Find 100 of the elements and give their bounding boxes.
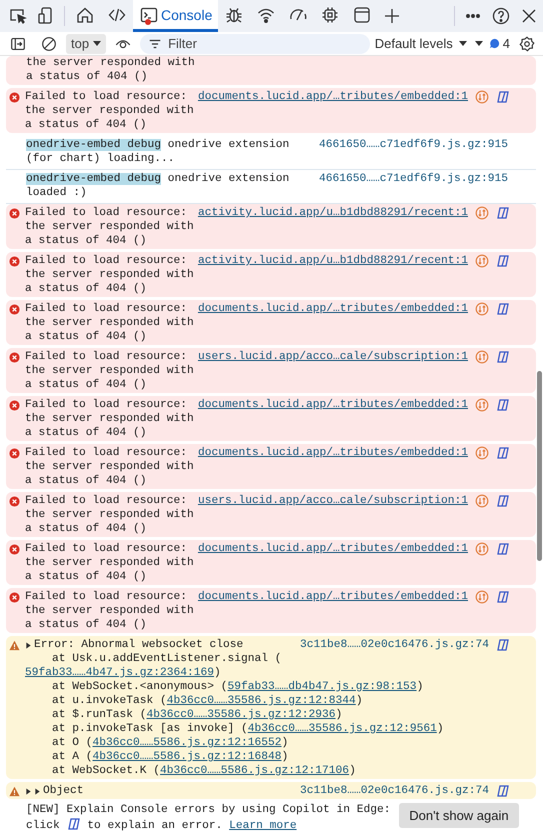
paren-text: ) <box>214 667 221 679</box>
error-text: Failed to load resource: the server responded with a status of 404 () <box>25 398 195 440</box>
copilot-icon[interactable] <box>496 638 510 652</box>
error-icon <box>9 544 20 554</box>
copilot-icon[interactable] <box>496 784 510 798</box>
error-text: Failed to load resource: the server responded with a status of 404 () <box>25 302 195 344</box>
copilot-icon[interactable] <box>496 446 510 460</box>
chip-icon[interactable] <box>320 4 340 24</box>
error-text: Failed to load resource: the server responded with a status of 404 () <box>25 206 195 248</box>
source-link[interactable]: documents.lucid.app/…tributes/embedded:1 <box>198 542 468 556</box>
scrollbar-thumb[interactable] <box>537 371 542 561</box>
stack-frame-text: at Usk.u.addEventListener.signal ( <box>52 653 282 665</box>
error-text: Failed to load resource: the server responded with a status of 404 () <box>25 90 195 132</box>
insight-icon[interactable] <box>475 206 489 220</box>
stack-frame-link[interactable]: 4b36cc0……35586.js.gz:12:2936 <box>146 709 336 721</box>
learn-more-link[interactable]: Learn more <box>229 820 297 832</box>
object-label[interactable]: Object <box>43 784 84 798</box>
context-dropdown[interactable]: top <box>66 34 106 54</box>
source-link[interactable]: 3c11be8……02e0c16476.js.gz:74 <box>300 784 489 798</box>
dont-show-again-button[interactable]: Don't show again <box>399 803 519 828</box>
stack-frame-link[interactable]: 4b36cc0……5586.js.gz:12:16848 <box>92 751 282 763</box>
stack-frame-text: at u.invokeTask ( <box>52 695 167 707</box>
insight-icon[interactable] <box>475 302 489 316</box>
source-link[interactable]: documents.lucid.app/…tributes/embedded:1 <box>198 446 468 460</box>
copilot-icon <box>66 817 81 831</box>
paren-text: ) <box>336 709 342 721</box>
stack-frame-text: at WebSocket.K ( <box>52 765 160 777</box>
expand-icon[interactable] <box>25 642 32 648</box>
paren-text: ) <box>282 737 288 749</box>
copilot-icon[interactable] <box>496 90 510 104</box>
log-text: onedrive-embed debug onedrive extension loaded :) <box>25 172 290 200</box>
stack-frame-text: at O ( <box>52 737 93 749</box>
console-tab[interactable]: Console <box>133 0 218 32</box>
error-icon <box>9 496 20 506</box>
stack-frame-link[interactable]: 4b36cc0……35586.js.gz:12:9561 <box>248 723 437 735</box>
paren-text: ) <box>436 723 444 735</box>
message-icon <box>488 38 500 49</box>
stack-frame-link[interactable]: 59fab33……db4b47.js.gz:98:153 <box>228 681 417 693</box>
error-icon <box>9 304 20 314</box>
source-link[interactable]: documents.lucid.app/…tributes/embedded:1 <box>198 302 468 316</box>
paren-text: ) <box>349 765 356 777</box>
caret-icon <box>458 40 467 46</box>
window-icon[interactable] <box>352 4 372 24</box>
filter-field[interactable]: Filter <box>140 34 370 54</box>
source-link[interactable]: documents.lucid.app/…tributes/embedded:1 <box>198 398 468 412</box>
insight-icon[interactable] <box>475 398 489 412</box>
source-link[interactable]: activity.lucid.app/u…b1dbd88291/recent:1 <box>198 254 468 268</box>
error-text: Failed to load resource: the server responded with a status of 404 () <box>25 590 195 632</box>
source-link[interactable]: users.lucid.app/acco…cale/subscription:1 <box>198 494 468 508</box>
error-icon <box>9 352 20 362</box>
copilot-icon[interactable] <box>496 206 510 220</box>
stack-frame-link[interactable]: 59fab33……4b47.js.gz:2364:169 <box>25 667 214 679</box>
copilot-icon[interactable] <box>496 542 510 556</box>
source-link[interactable]: 4661650……c71edf6f9.js.gz:915 <box>318 172 508 186</box>
copilot-icon[interactable] <box>496 302 510 316</box>
paren-text: ) <box>282 751 288 763</box>
copilot-icon[interactable] <box>496 494 510 508</box>
error-text: Failed to load resource: the server responded with a status of 404 () <box>25 254 195 296</box>
stack-frame-link[interactable]: 4b36cc0……5586.js.gz:12:16552 <box>92 737 282 749</box>
stack-frame-text: at WebSocket.<anonymous> ( <box>52 681 228 693</box>
caret-icon <box>93 40 102 46</box>
error-icon <box>9 256 20 266</box>
source-link[interactable]: documents.lucid.app/…tributes/embedded:1 <box>198 590 468 604</box>
error-text: Failed to load resource: the server responded with a status of 404 () <box>25 494 195 536</box>
copilot-icon[interactable] <box>496 590 510 604</box>
log-text: onedrive-embed debug onedrive extension (for chart) loading... <box>25 138 290 166</box>
notice-text: to explain an error. <box>87 820 222 832</box>
insight-icon[interactable] <box>475 90 489 104</box>
source-link[interactable]: documents.lucid.app/…tributes/embedded:1 <box>198 90 468 104</box>
error-icon <box>9 448 20 458</box>
insight-icon[interactable] <box>475 494 489 508</box>
levels-dropdown[interactable]: Default levels <box>372 36 469 51</box>
copilot-icon[interactable] <box>496 398 510 412</box>
paren-text: ) <box>356 695 363 707</box>
copilot-icon[interactable] <box>496 350 510 364</box>
source-link[interactable]: 3c11be8……02e0c16476.js.gz:74 <box>300 638 489 652</box>
stack-frame-link[interactable]: 4b36cc0……35586.js.gz:12:8344 <box>166 695 356 707</box>
insight-icon[interactable] <box>475 590 489 604</box>
stack-frame-text: at p.invokeTask [as invoke] ( <box>52 723 248 735</box>
warning-icon <box>9 786 20 796</box>
warning-icon <box>9 640 20 650</box>
insight-icon[interactable] <box>475 446 489 460</box>
source-link[interactable]: activity.lucid.app/u…b1dbd88291/recent:1 <box>198 206 468 220</box>
error-text: Failed to load resource: the server responded with a status of 404 () <box>25 350 195 392</box>
insight-icon[interactable] <box>475 350 489 364</box>
notice-text: [NEW] Explain Console errors by using Copilot in Edge: <box>26 803 392 817</box>
stack-frame-text: at $.runTask ( <box>52 709 147 721</box>
source-link[interactable]: users.lucid.app/acco…cale/subscription:1 <box>198 350 468 364</box>
notice-text: click <box>26 820 60 832</box>
error-icon <box>9 208 20 218</box>
message-count[interactable]: 4 <box>488 36 510 51</box>
error-icon <box>9 592 20 602</box>
copilot-icon[interactable] <box>496 254 510 268</box>
insight-icon[interactable] <box>475 254 489 268</box>
error-text: Failed to load resource: the server responded with a status of 404 () <box>25 542 195 584</box>
source-link[interactable]: 4661650……c71edf6f9.js.gz:915 <box>318 138 508 152</box>
error-text: Failed to load resource: the server responded with a status of 404 () <box>25 446 195 488</box>
error-text: the server responded with a status of 404 () <box>26 56 196 84</box>
insight-icon[interactable] <box>475 542 489 556</box>
stack-frame-link[interactable]: 4b36cc0……5586.js.gz:12:17106 <box>160 765 350 777</box>
